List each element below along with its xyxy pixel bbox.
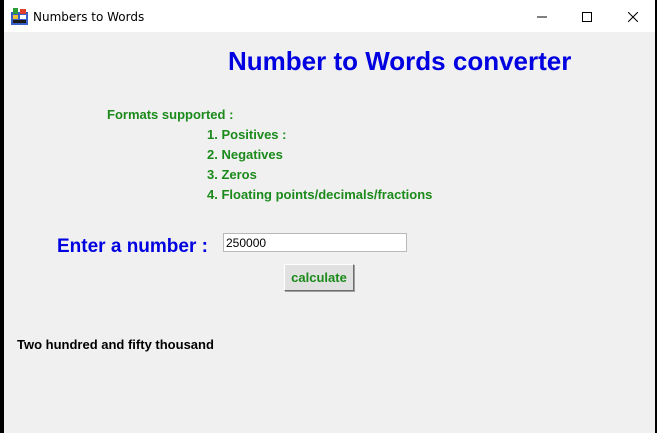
client-area: Number to Words converter Formats suppor… <box>4 33 655 433</box>
app-icon <box>11 8 28 25</box>
minimize-button[interactable] <box>519 0 565 33</box>
window-border-left <box>0 0 4 433</box>
calculate-button[interactable]: calculate <box>284 264 354 291</box>
title-bar[interactable]: Numbers to Words <box>0 0 657 33</box>
number-input[interactable] <box>223 233 407 252</box>
result-text: Two hundred and fifty thousand <box>17 337 214 352</box>
enter-number-label: Enter a number : <box>57 236 208 257</box>
format-item-decimals: 4. Floating points/decimals/fractions <box>207 187 433 202</box>
format-item-positives: 1. Positives : <box>207 127 287 142</box>
window-title: Numbers to Words <box>33 10 145 24</box>
format-item-zeros: 3. Zeros <box>207 167 257 182</box>
maximize-button[interactable] <box>564 0 610 33</box>
format-item-negatives: 2. Negatives <box>207 147 283 162</box>
page-title: Number to Words converter <box>228 46 572 76</box>
formats-label: Formats supported : <box>107 107 234 122</box>
maximize-icon <box>582 11 592 22</box>
app-window: Numbers to Words Number to Words convert… <box>0 0 657 433</box>
close-icon <box>628 11 638 22</box>
minimize-icon <box>537 16 547 17</box>
close-button[interactable] <box>610 0 656 33</box>
